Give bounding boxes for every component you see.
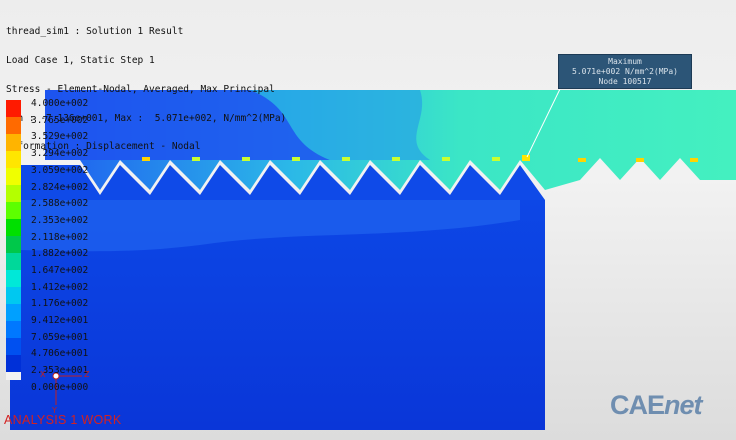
max-node: Node 100517 <box>598 77 652 86</box>
legend-swatch <box>6 134 21 151</box>
legend-label: 9.412e+001 <box>31 315 89 326</box>
legend-swatch <box>6 168 21 185</box>
legend-swatch <box>6 253 21 270</box>
legend-label: 3.059e+002 <box>31 165 89 176</box>
triad-z-label: Z <box>84 370 90 379</box>
legend-label: 3.294e+002 <box>31 148 89 159</box>
work-part-label: ANALYSIS 1 WORK <box>4 413 122 427</box>
legend-swatch <box>6 355 21 372</box>
legend-label: 3.529e+002 <box>31 131 89 142</box>
brand-net: net <box>664 390 702 420</box>
legend-swatch <box>6 338 21 355</box>
brand-ca: CAE <box>610 390 665 420</box>
maximum-annotation[interactable]: Maximum 5.071e+002 N/mm^2(MPa) Node 1005… <box>558 54 692 89</box>
max-value: 5.071e+002 N/mm^2(MPa) <box>572 67 678 76</box>
legend-label: 4.706e+001 <box>31 348 89 359</box>
legend-swatch <box>6 202 21 219</box>
triad-x-label: X <box>40 370 46 379</box>
legend-label: 2.824e+002 <box>31 182 89 193</box>
legend-swatch <box>6 287 21 304</box>
legend-label: 3.765e+002 <box>31 115 89 126</box>
legend-label: 1.176e+002 <box>31 298 89 309</box>
legend-label: 2.118e+002 <box>31 232 89 243</box>
graphics-viewport[interactable]: thread_sim1 : Solution 1 Result Load Cas… <box>0 0 736 440</box>
brand-watermark: CAEnet <box>610 390 703 421</box>
header-line-2: Load Case 1, Static Step 1 <box>6 54 155 66</box>
legend-swatch <box>6 321 21 338</box>
legend-label: 2.353e+002 <box>31 215 89 226</box>
legend-label: 0.000e+000 <box>31 382 89 393</box>
legend-swatch <box>6 304 21 321</box>
result-header: thread_sim1 : Solution 1 Result Load Cas… <box>6 8 286 171</box>
max-title: Maximum <box>608 57 642 66</box>
header-line-3: Stress - Element-Nodal, Averaged, Max Pr… <box>6 83 275 95</box>
legend-swatch <box>6 100 21 117</box>
legend-label: 4.000e+002 <box>31 98 89 109</box>
legend-swatch <box>6 117 21 134</box>
legend-label: 2.588e+002 <box>31 198 89 209</box>
legend-swatch <box>6 270 21 287</box>
legend-swatch <box>6 185 21 202</box>
legend-swatch <box>6 151 21 168</box>
legend-swatch <box>6 372 21 380</box>
legend-swatch <box>6 219 21 236</box>
legend-label: 1.882e+002 <box>31 248 89 259</box>
legend-label: 1.647e+002 <box>31 265 89 276</box>
legend-label: 7.059e+001 <box>31 332 89 343</box>
legend-swatch <box>6 236 21 253</box>
legend-label: 1.412e+002 <box>31 282 89 293</box>
header-line-1: thread_sim1 : Solution 1 Result <box>6 26 184 38</box>
